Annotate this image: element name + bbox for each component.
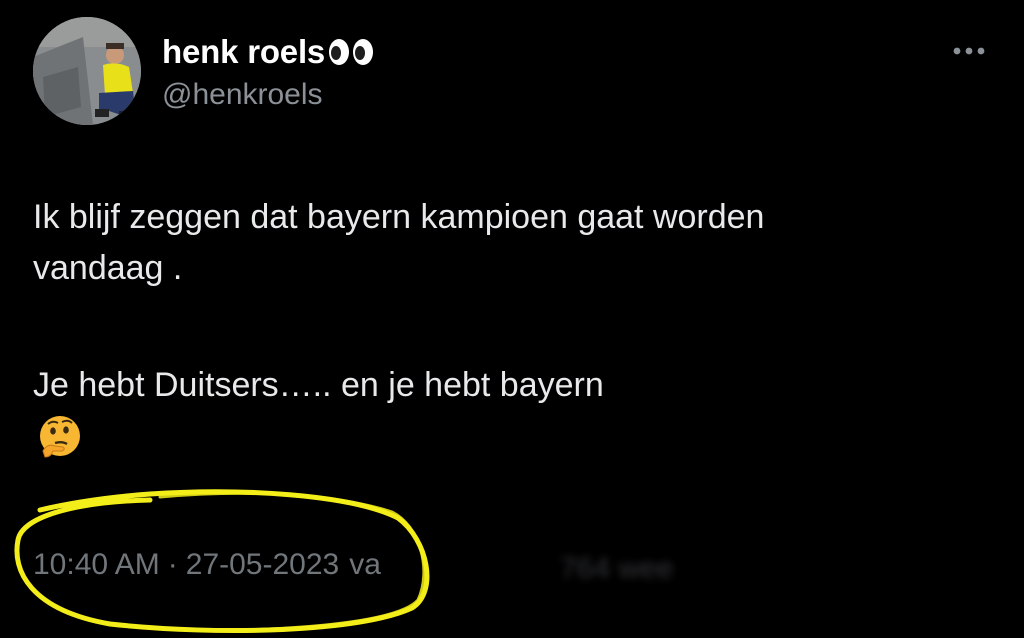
profile-photo [33,17,141,125]
tweet-time[interactable]: 10:40 AM [33,548,160,582]
tweet-meta: 10:40 AM · 27-05-2023 va [33,543,381,587]
tweet-text-paragraph: Je hebt Duitsers….. en je hebt bayern [33,366,604,404]
eyes-emoji-icon [329,39,374,65]
author-handle[interactable]: @henkroels [162,78,323,112]
tweet-text-line: Ik blijf zeggen dat bayern kampioen gaat… [33,198,765,236]
ellipsis-icon[interactable] [944,36,994,66]
tweet-source-partial: va [349,548,381,581]
meta-separator: · [167,548,178,581]
tweet-text-line: vandaag . [33,249,183,287]
view-count-blurred: 764 wee [560,552,674,585]
tweet-date[interactable]: 27-05-2023 [186,548,339,582]
display-name[interactable]: henk roels [162,33,325,71]
avatar[interactable] [33,17,141,125]
tweet-card: henk roels @henkroels Ik blijf zeggen da… [0,0,1024,638]
thinking-face-emoji-icon [40,416,80,458]
tweet-text: Ik blijf zeggen dat bayern kampioen gaat… [33,192,993,463]
author-name-row[interactable]: henk roels [162,30,375,74]
